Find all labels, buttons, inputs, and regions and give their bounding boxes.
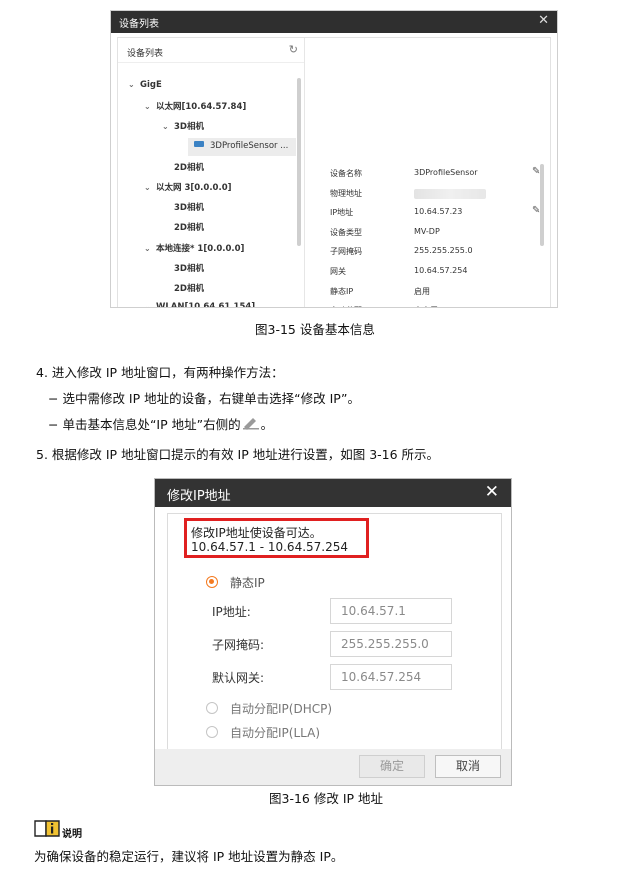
tree-node-label: 3D相机	[174, 122, 204, 133]
bullet-right-click: − 选中需修改 IP 地址的设备，右键单击选择“修改 IP”。	[48, 391, 361, 406]
tree-node-label: GigE	[140, 80, 162, 90]
modify-ip-body: 修改IP地址使设备可达。 10.64.57.1 - 10.64.57.254 静…	[167, 513, 502, 751]
property-label: 物理地址	[330, 188, 362, 198]
info-book-icon	[34, 820, 60, 837]
dhcp-label: 自动分配IP(DHCP)	[230, 702, 333, 716]
dhcp-radio[interactable]	[206, 702, 218, 714]
note-text: 为确保设备的稳定运行，建议将 IP 地址设置为静态 IP。	[34, 849, 344, 864]
cancel-button[interactable]: 取消	[435, 755, 501, 778]
panel-divider	[304, 38, 305, 307]
hint-ip-range: 10.64.57.1 - 10.64.57.254	[191, 540, 349, 554]
property-label: 设备名称	[330, 169, 362, 178]
tree-header: 设备列表 ↻	[118, 38, 304, 63]
subnet-mask-input[interactable]: 255.255.255.0	[330, 631, 452, 657]
ip-address-input[interactable]: 10.64.57.1	[330, 598, 452, 624]
static-ip-radio[interactable]	[206, 576, 218, 588]
property-label: 子网掩码	[330, 247, 362, 257]
default-gateway-label: 默认网关:	[212, 671, 265, 685]
property-value: 10.64.57.23	[414, 207, 463, 217]
lla-label: 自动分配IP(LLA)	[230, 726, 320, 740]
ok-button[interactable]: 确定	[359, 755, 425, 778]
property-value: 10.64.57.254	[414, 266, 468, 275]
tree-node[interactable]: ⌄ 3D相机	[162, 120, 204, 132]
chevron-down-icon[interactable]: ⌄	[162, 122, 174, 131]
property-label: IP地址	[330, 208, 354, 218]
figure-caption-3-16: 图3-16 修改 IP 地址	[269, 791, 384, 806]
property-value: 255.255.255.0	[414, 246, 473, 256]
tree-node-label: 2D相机	[174, 162, 204, 173]
close-icon[interactable]: ✕	[485, 482, 499, 502]
tree-node-label: 3D相机	[174, 203, 204, 214]
note-label: 说明	[62, 829, 82, 840]
property-value: 未启用	[414, 305, 438, 307]
tree-node-label: 3DProfileSensor ...	[210, 140, 289, 151]
tree-node[interactable]: 2D相机	[162, 282, 204, 294]
hint-text: 修改IP地址使设备可达。	[191, 526, 322, 540]
device-list-panel: 设备列表 ↻ ⌄ GigE ⌄ 以太网[10.64.57.84] ⌄ 3D相机 3DProf…	[117, 37, 551, 307]
info-scrollbar[interactable]	[540, 164, 544, 246]
property-label: 网关	[330, 267, 346, 276]
tree-node[interactable]: 3D相机	[162, 262, 204, 274]
lla-radio[interactable]	[206, 726, 218, 738]
tree-node-label: 2D相机	[174, 284, 204, 294]
chevron-down-icon[interactable]: ⌄	[144, 102, 156, 111]
dialog-title: 修改IP地址	[167, 489, 231, 504]
close-icon[interactable]: ✕	[538, 13, 549, 28]
property-label: 自动分配IP(DHCP)	[330, 305, 398, 307]
ip-address-label: IP地址:	[212, 605, 251, 619]
tree-scrollbar[interactable]	[297, 78, 301, 246]
chevron-down-icon[interactable]: ⌄	[144, 244, 156, 253]
device-list-window: 设备列表 ✕ 设备列表 ↻ ⌄ GigE ⌄ 以太网[10.64.57.84] ⌄ 3D相…	[110, 10, 558, 308]
refresh-icon[interactable]: ↻	[289, 43, 298, 56]
tree-node[interactable]: ⌄ 以太网 3[0.0.0.0]	[144, 181, 232, 193]
step-5-text: 5. 根据修改 IP 地址窗口提示的有效 IP 地址进行设置，如图 3-16 所…	[36, 447, 440, 462]
chevron-down-icon[interactable]: ⌄	[144, 183, 156, 192]
tree-node-label: 本地连接* 1[0.0.0.0]	[156, 243, 245, 254]
camera-image-left	[554, 68, 558, 122]
tree-node-label: 以太网[10.64.57.84]	[156, 102, 247, 113]
tree-node[interactable]: ⌄ 以太网[10.64.57.84]	[144, 100, 246, 112]
subnet-mask-label: 子网掩码:	[212, 638, 265, 652]
tree-node[interactable]: ⌄ WLAN[10.64.61.154]	[144, 302, 256, 308]
tree-node[interactable]: ⌄ GigE	[128, 80, 162, 90]
device-info-panel: 设备名称 3DProfileSensor ✎ 物理地址 IP地址 10.64.57.23 ✎…	[306, 38, 550, 307]
modify-ip-dialog: 修改IP地址 ✕ 修改IP地址使设备可达。 10.64.57.1 - 10.64…	[154, 478, 512, 786]
valid-ip-hint-box: 修改IP地址使设备可达。 10.64.57.1 - 10.64.57.254	[184, 518, 369, 558]
default-gateway-input[interactable]: 10.64.57.254	[330, 664, 452, 690]
tree-node-label: 3D相机	[174, 263, 204, 274]
mac-address-redacted	[414, 188, 486, 199]
chevron-down-icon[interactable]: ⌄	[144, 302, 156, 307]
static-ip-label: 静态IP	[230, 576, 265, 590]
pencil-icon	[241, 417, 261, 432]
property-value: 3DProfileSensor	[414, 168, 478, 177]
property-value: MV-DP	[414, 226, 440, 236]
property-label: 设备类型	[330, 227, 362, 237]
tree-node[interactable]: 3D相机	[162, 201, 204, 213]
step-4-text: 4. 进入修改 IP 地址窗口，有两种操作方法：	[36, 365, 284, 380]
tree-node[interactable]: ⌄ 本地连接* 1[0.0.0.0]	[144, 242, 244, 254]
bullet-edit-icon: − 单击基本信息处“IP 地址”右侧的 。	[48, 414, 273, 433]
chevron-down-icon[interactable]: ⌄	[128, 80, 140, 89]
tree-node[interactable]: 2D相机	[162, 221, 204, 233]
tree-node-label: 2D相机	[174, 223, 204, 234]
device-list-titlebar: 设备列表 ✕	[111, 11, 557, 33]
modify-ip-titlebar: 修改IP地址 ✕	[155, 479, 511, 507]
window-title: 设备列表	[119, 19, 159, 30]
property-value: 启用	[414, 286, 430, 296]
tree-node[interactable]: 3DProfileSensor ...	[182, 140, 289, 151]
camera-icon	[194, 140, 204, 147]
tree-node-label: WLAN[10.64.61.154]	[156, 302, 256, 308]
tree-node[interactable]: 2D相机	[162, 161, 204, 173]
tree-node-label: 以太网 3[0.0.0.0]	[156, 183, 232, 193]
tree-header-title: 设备列表	[127, 49, 164, 59]
dialog-footer: 确定 取消	[155, 749, 511, 785]
property-label: 静态IP	[330, 286, 354, 296]
figure-caption-3-15: 图3-15 设备基本信息	[255, 322, 375, 337]
bullet-edit-end: 。	[260, 417, 274, 432]
bullet-edit-text: − 单击基本信息处“IP 地址”右侧的	[48, 417, 241, 432]
